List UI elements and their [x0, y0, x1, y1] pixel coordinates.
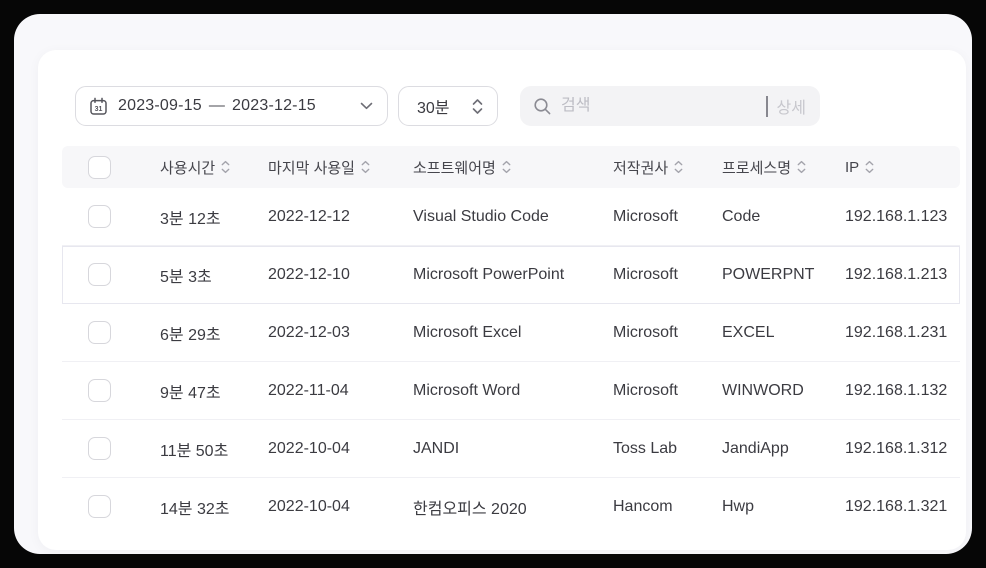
cell-process: Code [722, 207, 761, 225]
row-checkbox[interactable] [88, 437, 111, 460]
checkbox-cell [62, 321, 160, 344]
sort-arrows-icon [865, 160, 874, 174]
table-row[interactable]: 6분 29초 2022-12-03 Microsoft Excel Microsoft… [62, 304, 960, 362]
cell-process: WINWORD [722, 381, 804, 399]
chevron-down-icon [360, 102, 373, 110]
sort-arrows-icon [797, 160, 806, 174]
row-checkbox[interactable] [88, 495, 111, 518]
cell-process: POWERPNT [722, 265, 815, 283]
cell-vendor: Microsoft [613, 323, 678, 341]
column-header-process[interactable]: 프로세스명 [722, 157, 845, 178]
table-row[interactable]: 3분 12초 2022-12-12 Visual Studio Code Micros… [62, 188, 960, 246]
column-header-usage_time[interactable]: 사용시간 [160, 157, 268, 178]
column-label: 마지막 사용일 [268, 159, 355, 177]
sort-arrows-icon [221, 160, 230, 174]
up-down-stepper-icon [472, 98, 483, 115]
column-label: 저작권사 [613, 159, 669, 177]
cell-ip: 192.168.1.213 [845, 265, 948, 283]
cell-ip: 192.168.1.312 [845, 439, 948, 457]
checkbox-cell [62, 205, 160, 228]
interval-select[interactable]: 30분 [398, 86, 498, 126]
column-label: 프로세스명 [722, 159, 792, 177]
column-header-software[interactable]: 소프트웨어명 [413, 157, 613, 178]
row-checkbox[interactable] [88, 263, 111, 286]
cell-last_used: 2022-12-12 [268, 207, 350, 225]
page-background: 31 2023-09-15 — 2023-12-15 30분 검색 상세 사용시… [14, 14, 972, 554]
row-checkbox[interactable] [88, 321, 111, 344]
cell-last_used: 2022-10-04 [268, 497, 350, 515]
column-label: IP [845, 158, 860, 176]
checkbox-cell [62, 263, 160, 286]
checkbox-cell [62, 495, 160, 518]
cell-vendor: Microsoft [613, 381, 678, 399]
table-row[interactable]: 9분 47초 2022-11-04 Microsoft Word Microsoft W… [62, 362, 960, 420]
cell-vendor: Hancom [613, 497, 673, 515]
cell-usage_time: 5분 3초 [160, 268, 212, 286]
table-body: 3분 12초 2022-12-12 Visual Studio Code Micros… [62, 188, 960, 535]
cell-vendor: Toss Lab [613, 439, 678, 457]
search-input[interactable] [561, 97, 762, 115]
cell-last_used: 2022-12-10 [268, 265, 350, 283]
calendar-icon: 31 [89, 97, 108, 116]
date-range-end: 2023-12-15 [232, 97, 316, 114]
content-card: 31 2023-09-15 — 2023-12-15 30분 검색 상세 사용시… [38, 50, 966, 550]
row-checkbox[interactable] [88, 205, 111, 228]
cell-usage_time: 14분 32초 [160, 500, 230, 518]
cell-vendor: Microsoft [613, 207, 678, 225]
column-header-ip[interactable]: IP [845, 159, 960, 176]
search-detail-button[interactable]: 상세 [777, 94, 806, 118]
cell-usage_time: 11분 50초 [160, 442, 229, 460]
toolbar: 31 2023-09-15 — 2023-12-15 30분 검색 상세 [38, 50, 966, 126]
cell-process: EXCEL [722, 323, 775, 341]
sort-arrows-icon [361, 160, 370, 174]
usage-table: 사용시간 마지막 사용일 소프트웨어명 저작권사 프로세스명 IP 3분 12초 2022-… [62, 146, 960, 535]
sort-arrows-icon [674, 160, 683, 174]
checkbox-cell [62, 437, 160, 460]
table-row[interactable]: 14분 32초 2022-10-04 한컴오피스 2020 Hancom Hwp 192.… [62, 478, 960, 535]
row-checkbox[interactable] [88, 379, 111, 402]
cell-software: Microsoft Word [413, 381, 521, 399]
column-header-last_used[interactable]: 마지막 사용일 [268, 157, 413, 178]
cell-last_used: 2022-12-03 [268, 323, 350, 341]
svg-text:31: 31 [95, 105, 103, 112]
table-header: 사용시간 마지막 사용일 소프트웨어명 저작권사 프로세스명 IP [62, 146, 960, 188]
cell-software: Microsoft PowerPoint [413, 265, 565, 283]
cell-ip: 192.168.1.132 [845, 381, 948, 399]
cell-software: Visual Studio Code [413, 207, 549, 225]
column-label: 소프트웨어명 [413, 159, 496, 177]
cell-ip: 192.168.1.321 [845, 497, 948, 515]
date-range-separator: — [208, 97, 226, 114]
cell-ip: 192.168.1.123 [845, 207, 948, 225]
search-icon [533, 97, 552, 116]
search-divider [765, 95, 768, 117]
table-row[interactable]: 5분 3초 2022-12-10 Microsoft PowerPoint Micro… [62, 246, 960, 304]
date-range-picker[interactable]: 31 2023-09-15 — 2023-12-15 [75, 86, 388, 126]
cell-software: Microsoft Excel [413, 323, 522, 341]
cell-usage_time: 6분 29초 [160, 326, 221, 344]
interval-value: 30분 [417, 100, 450, 117]
cell-usage_time: 9분 47초 [160, 384, 221, 402]
cell-usage_time: 3분 12초 [160, 210, 221, 228]
cell-last_used: 2022-11-04 [268, 381, 349, 399]
select-all-checkbox[interactable] [88, 155, 111, 179]
cell-software: 한컴오피스 2020 [413, 500, 527, 518]
cell-process: Hwp [722, 497, 755, 515]
cell-vendor: Microsoft [613, 265, 678, 283]
cell-software: JANDI [413, 439, 460, 457]
checkbox-cell [62, 155, 160, 179]
cell-process: JandiApp [722, 439, 789, 457]
search-box: 상세 [520, 86, 820, 126]
sort-arrows-icon [502, 160, 511, 174]
date-range-start: 2023-09-15 [118, 97, 202, 114]
cell-ip: 192.168.1.231 [845, 323, 948, 341]
cell-last_used: 2022-10-04 [268, 439, 350, 457]
checkbox-cell [62, 379, 160, 402]
column-label: 사용시간 [160, 159, 216, 177]
table-row[interactable]: 11분 50초 2022-10-04 JANDI Toss Lab JandiApp 19… [62, 420, 960, 478]
column-header-vendor[interactable]: 저작권사 [613, 157, 722, 178]
